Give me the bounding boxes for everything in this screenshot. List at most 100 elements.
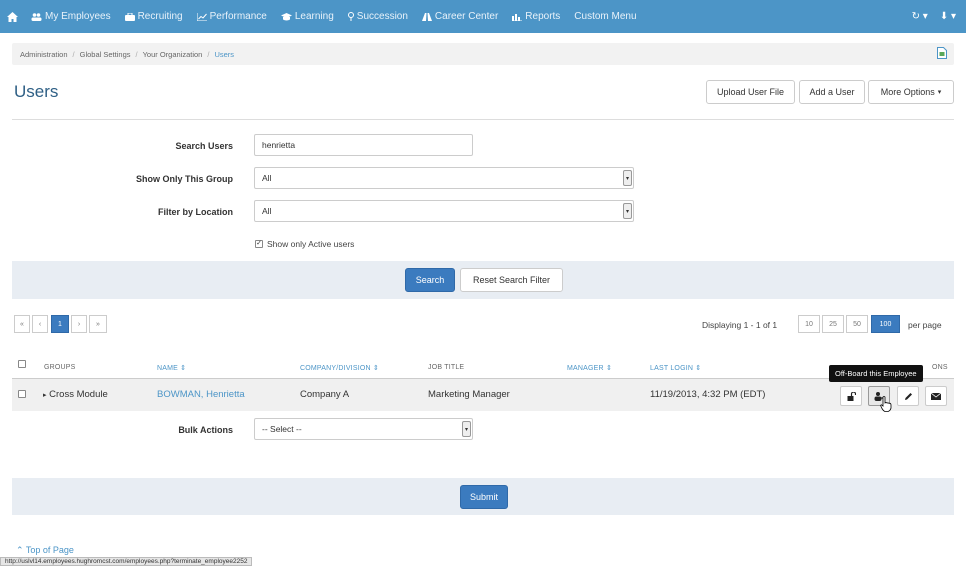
nav-succession[interactable]: Succession	[341, 0, 415, 33]
nav-career-center[interactable]: Career Center	[415, 0, 505, 33]
nav-label: Succession	[356, 11, 408, 22]
offboard-tooltip: Off-Board this Employee	[829, 365, 923, 382]
row-job-title: Marketing Manager	[428, 389, 510, 400]
nav-learning[interactable]: Learning	[274, 0, 341, 33]
breadcrumb-item[interactable]: Your Organization	[143, 50, 203, 59]
graduation-cap-icon	[280, 12, 292, 20]
breadcrumb-separator: /	[135, 49, 138, 59]
pencil-icon	[904, 392, 912, 400]
add-user-button[interactable]: Add a User	[799, 80, 865, 104]
row-group-label: Cross Module	[49, 389, 108, 400]
more-options-label: More Options	[880, 87, 935, 97]
page-size-option[interactable]: 50	[846, 315, 868, 333]
edit-button[interactable]	[897, 386, 919, 406]
search-users-label: Search Users	[175, 141, 233, 151]
active-only-label: Show only Active users	[267, 239, 355, 249]
pager-page-button[interactable]: 1	[51, 315, 69, 333]
nav-custom-menu[interactable]: Custom Menu	[567, 0, 643, 33]
col-header-actions: ONS	[932, 364, 948, 371]
breadcrumb-separator: /	[72, 49, 75, 59]
col-header-job-title: JOB TITLE	[428, 364, 465, 371]
pointer-cursor-icon	[880, 396, 892, 412]
row-group[interactable]: ▸ Cross Module	[43, 389, 108, 400]
nav-label: Learning	[294, 11, 334, 22]
pager-last-button[interactable]: »	[89, 315, 107, 333]
nav-label: Career Center	[434, 11, 499, 22]
more-options-button[interactable]: More Options ▾	[868, 80, 954, 104]
caret-down-icon: ▾	[937, 89, 942, 96]
group-select-value: All	[262, 173, 272, 183]
nav-label: Custom Menu	[574, 11, 637, 22]
row-name-link[interactable]: BOWMAN, Henrietta	[157, 389, 245, 400]
row-company: Company A	[300, 389, 350, 400]
location-filter-label: Filter by Location	[157, 207, 233, 217]
pager-next-button[interactable]: ›	[71, 315, 87, 333]
displaying-count: Displaying 1 - 1 of 1	[702, 320, 778, 330]
pager-first-button[interactable]: «	[14, 315, 30, 333]
per-page-label: per page	[908, 320, 942, 330]
location-select-value: All	[262, 206, 272, 216]
document-icon[interactable]	[937, 47, 947, 59]
road-icon	[421, 12, 432, 21]
search-button[interactable]: Search	[405, 268, 455, 292]
unlock-icon	[847, 391, 856, 401]
row-last-login: 11/19/2013, 4:32 PM (EDT)	[650, 389, 766, 400]
pin-menu-icon[interactable]: ⬇ ▾	[940, 11, 956, 22]
home-icon[interactable]	[0, 0, 24, 33]
page-size-option[interactable]: 25	[822, 315, 844, 333]
location-select[interactable]: All ▾	[254, 200, 634, 222]
unlock-button[interactable]	[840, 386, 862, 406]
group-filter-label: Show Only This Group	[135, 174, 233, 184]
select-arrow-icon: ▾	[623, 170, 632, 186]
col-header-last-login[interactable]: LAST LOGIN ⇕	[650, 364, 701, 372]
bulk-actions-value: -- Select --	[262, 424, 302, 434]
select-all-checkbox[interactable]	[18, 360, 26, 368]
submit-button[interactable]: Submit	[460, 485, 508, 509]
expand-caret-icon: ▸	[43, 392, 47, 399]
active-only-checkbox[interactable]: ✓	[255, 240, 263, 248]
nav-label: Recruiting	[137, 11, 183, 22]
group-select[interactable]: All ▾	[254, 167, 634, 189]
breadcrumb-item[interactable]: Administration	[20, 50, 68, 59]
col-header-manager[interactable]: MANAGER ⇕	[567, 364, 612, 372]
row-checkbox[interactable]	[18, 390, 26, 398]
col-header-name[interactable]: NAME ⇕	[157, 364, 186, 372]
nav-my-employees[interactable]: My Employees	[24, 0, 118, 33]
nav-label: My Employees	[45, 11, 111, 22]
people-icon	[31, 12, 42, 21]
upload-user-file-button[interactable]: Upload User File	[706, 80, 795, 104]
bulk-actions-label: Bulk Actions	[178, 425, 233, 435]
breadcrumb-separator: /	[207, 49, 210, 59]
top-of-page-link[interactable]: ⌃ Top of Page	[16, 545, 74, 556]
page-title: Users	[14, 82, 59, 101]
briefcase-icon	[124, 12, 135, 21]
divider	[12, 119, 954, 120]
col-header-groups: GROUPS	[44, 364, 76, 371]
nav-performance[interactable]: Performance	[190, 0, 274, 33]
browser-status-url: http://uslvl14.employees.hughromcst.com/…	[0, 557, 253, 566]
bar-chart-icon	[512, 13, 523, 21]
page-size-option-active[interactable]: 100	[871, 315, 900, 333]
envelope-icon	[931, 392, 941, 400]
trend-chart-icon	[196, 12, 207, 21]
search-users-input[interactable]: henrietta	[254, 134, 473, 156]
reset-search-filter-button[interactable]: Reset Search Filter	[460, 268, 563, 292]
top-nav: My Employees Recruiting Performance Lear…	[0, 0, 966, 33]
user-menu-icon[interactable]: ↻ ▾	[912, 11, 928, 22]
email-button[interactable]	[925, 386, 947, 406]
breadcrumb-item[interactable]: Global Settings	[80, 50, 131, 59]
map-pin-icon	[347, 12, 354, 21]
nav-label: Performance	[209, 11, 267, 22]
bulk-actions-select[interactable]: -- Select -- ▾	[254, 418, 473, 440]
nav-reports[interactable]: Reports	[505, 0, 567, 33]
breadcrumb: Administration / Global Settings / Your …	[12, 43, 954, 65]
nav-recruiting[interactable]: Recruiting	[118, 0, 190, 33]
nav-right-tools: ↻ ▾ ⬇ ▾	[912, 0, 956, 33]
pager-prev-button[interactable]: ‹	[32, 315, 48, 333]
select-arrow-icon: ▾	[623, 203, 632, 219]
select-arrow-icon: ▾	[462, 421, 471, 437]
breadcrumb-current: Users	[214, 49, 235, 59]
col-header-company[interactable]: COMPANY/DIVISION ⇕	[300, 364, 379, 372]
nav-label: Reports	[525, 11, 561, 22]
page-size-option[interactable]: 10	[798, 315, 820, 333]
